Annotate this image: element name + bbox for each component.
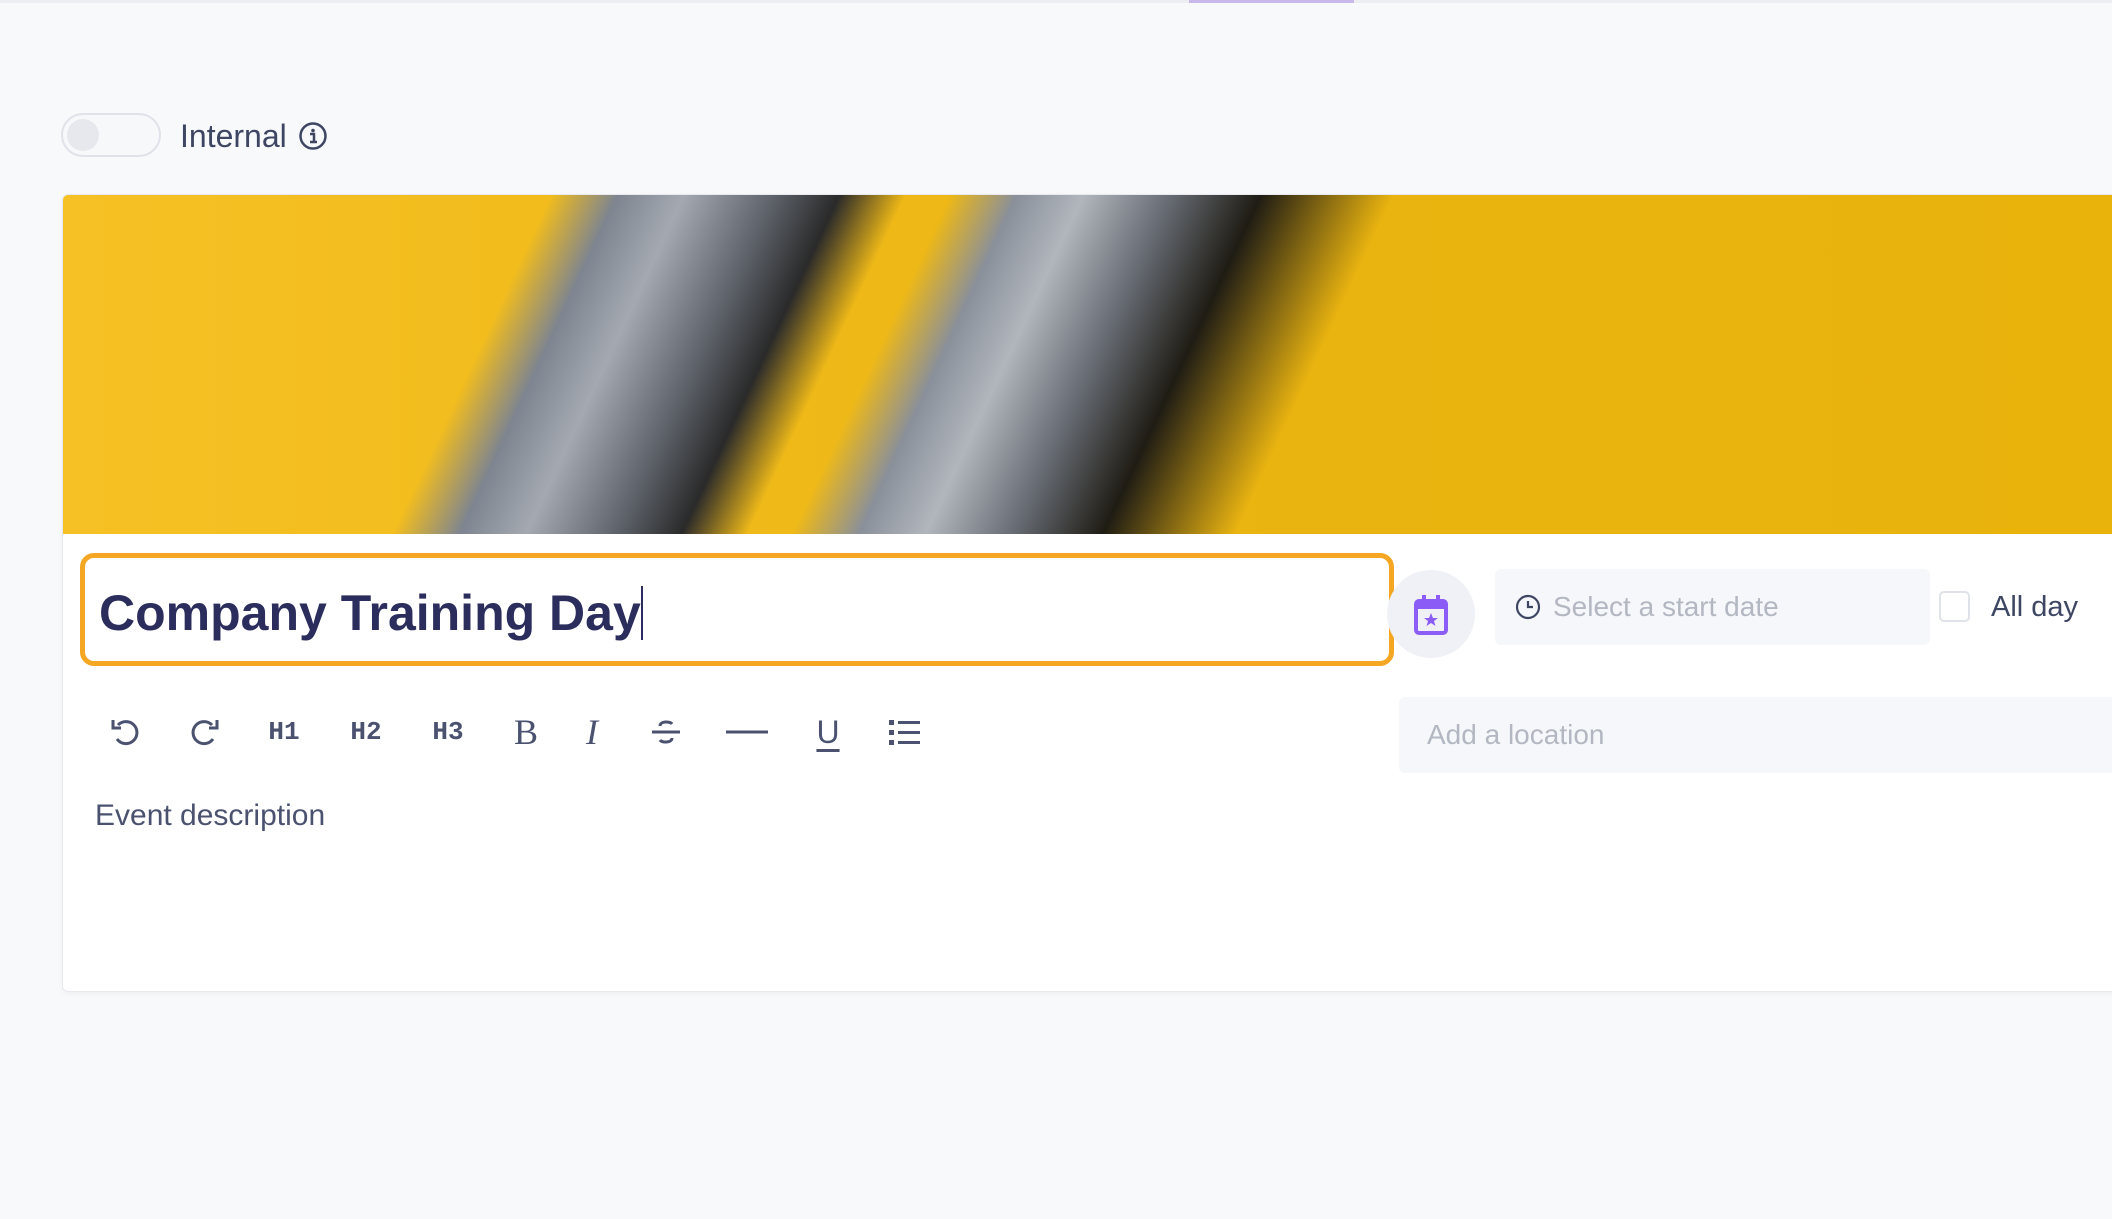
heading3-button[interactable]: H3 (432, 712, 463, 752)
event-description-editor[interactable]: Event description (95, 799, 325, 833)
heading2-button[interactable]: H2 (350, 712, 381, 752)
internal-label: Internal (180, 118, 287, 154)
calendar-star-icon (1414, 595, 1448, 635)
all-day-label: All day (1991, 591, 2079, 623)
redo-button[interactable] (187, 712, 221, 752)
start-date-input[interactable]: Select a start date (1495, 569, 1930, 645)
bullet-list-button[interactable] (887, 712, 921, 752)
location-input[interactable]: Add a location (1399, 697, 2112, 773)
event-title-text: Company Training Day (99, 585, 641, 641)
text-cursor (640, 586, 643, 640)
undo-icon (111, 720, 139, 746)
bold-button[interactable]: B (514, 712, 538, 752)
bullet-list-icon (889, 720, 920, 745)
toggle-knob (67, 119, 99, 151)
underline-button[interactable]: U (816, 712, 839, 752)
calendar-button[interactable] (1387, 570, 1475, 658)
location-placeholder: Add a location (1427, 719, 1605, 750)
internal-toggle[interactable] (61, 113, 161, 157)
info-icon[interactable] (298, 121, 328, 151)
redo-icon (191, 720, 219, 746)
start-date-placeholder: Select a start date (1553, 591, 1779, 622)
active-tab-indicator (1189, 0, 1354, 3)
heading1-button[interactable]: H1 (268, 712, 299, 752)
event-title-input[interactable]: Company Training Day (80, 553, 1394, 666)
cover-image[interactable] (63, 195, 2112, 534)
strikethrough-icon (652, 720, 680, 744)
all-day-checkbox[interactable] (1939, 591, 1970, 622)
top-border (0, 0, 2112, 3)
strikethrough-button[interactable] (649, 712, 683, 752)
horizontal-rule-icon (726, 730, 768, 734)
undo-button[interactable] (109, 712, 143, 752)
event-card: Company Training Day Select a start date… (62, 194, 2112, 992)
italic-button[interactable]: I (586, 712, 598, 752)
clock-icon (1515, 594, 1541, 620)
horizontal-rule-button[interactable] (726, 712, 768, 752)
